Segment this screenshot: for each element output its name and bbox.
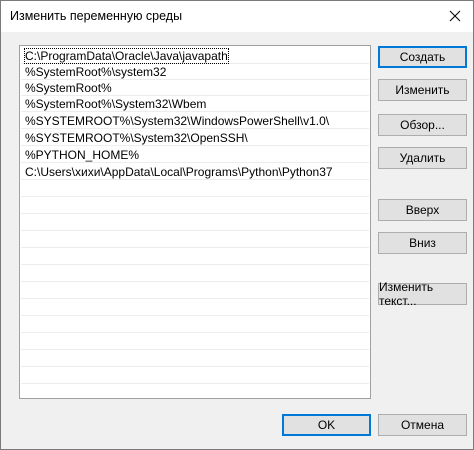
close-button[interactable]: [441, 3, 469, 29]
close-icon: [449, 10, 461, 22]
empty-list-row: [21, 249, 369, 265]
list-item[interactable]: %PYTHON_HOME%: [21, 147, 369, 163]
list-item[interactable]: %SYSTEMROOT%\System32\OpenSSH\: [21, 130, 369, 146]
empty-list-row: [21, 368, 369, 384]
list-item[interactable]: %SystemRoot%\System32\Wbem: [21, 96, 369, 112]
ok-button[interactable]: OK: [282, 414, 371, 436]
empty-list-row: [21, 232, 369, 248]
delete-button[interactable]: Удалить: [378, 147, 467, 169]
empty-list-row: [21, 317, 369, 333]
edit-button[interactable]: Изменить: [378, 79, 467, 101]
list-item[interactable]: %SYSTEMROOT%\System32\WindowsPowerShell\…: [21, 113, 369, 129]
cancel-button[interactable]: Отмена: [378, 414, 467, 436]
title-bar: Изменить переменную среды: [1, 1, 473, 32]
empty-list-row: [21, 198, 369, 214]
path-list[interactable]: C:\ProgramData\Oracle\Java\javapath %Sys…: [19, 45, 371, 399]
move-down-button[interactable]: Вниз: [378, 232, 467, 254]
list-item[interactable]: C:\ProgramData\Oracle\Java\javapath: [21, 48, 369, 64]
move-up-button[interactable]: Вверх: [378, 199, 467, 221]
empty-list-row: [21, 351, 369, 367]
empty-list-row: [21, 283, 369, 299]
empty-list-row: [21, 181, 369, 197]
empty-list-row: [21, 215, 369, 231]
window-title: Изменить переменную среды: [10, 9, 183, 23]
browse-button[interactable]: Обзор...: [378, 114, 467, 136]
empty-list-row: [21, 300, 369, 316]
list-item[interactable]: %SystemRoot%: [21, 80, 369, 96]
empty-list-row: [21, 334, 369, 350]
list-item[interactable]: C:\Users\хихи\AppData\Local\Programs\Pyt…: [21, 164, 369, 180]
list-item[interactable]: %SystemRoot%\system32: [21, 64, 369, 80]
create-button[interactable]: Создать: [378, 46, 467, 68]
edit-env-var-dialog: Изменить переменную среды C:\ProgramData…: [0, 0, 474, 450]
edit-text-button[interactable]: Изменить текст...: [378, 280, 467, 308]
empty-list-row: [21, 266, 369, 282]
